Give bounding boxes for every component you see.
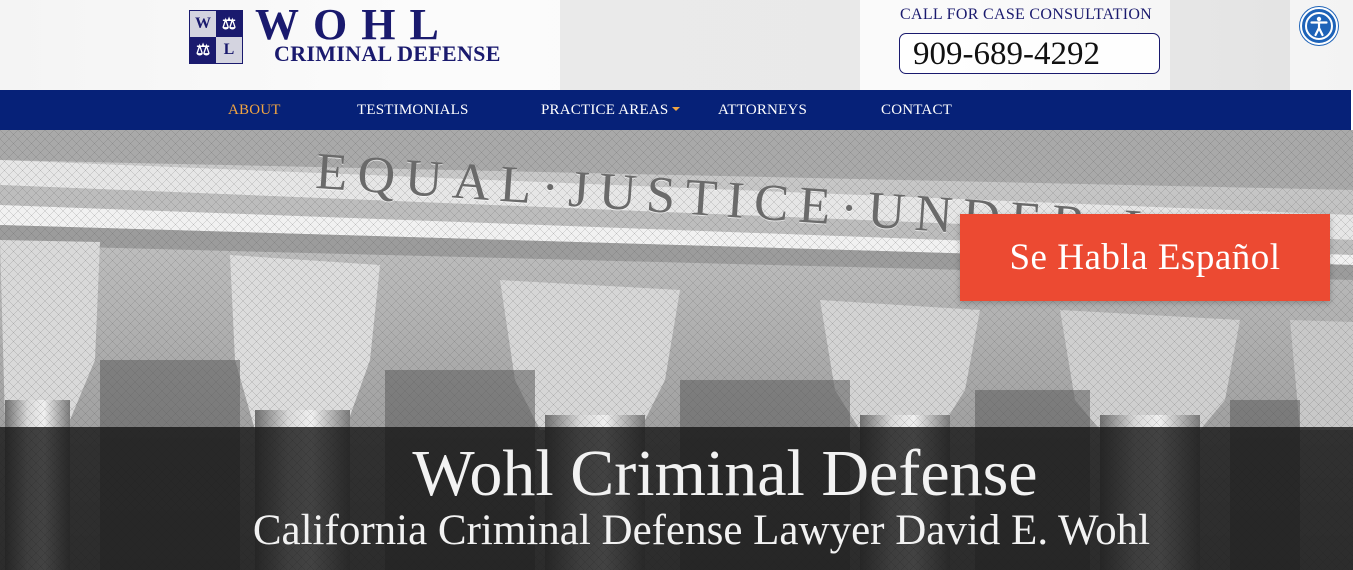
nav-about[interactable]: ABOUT bbox=[228, 90, 281, 130]
hero-subtitle: California Criminal Defense Lawyer David… bbox=[252, 507, 1151, 554]
espanol-label: Se Habla Español bbox=[1009, 237, 1281, 278]
nav-testimonials-label: TESTIMONIALS bbox=[357, 102, 469, 118]
caret-down-icon bbox=[672, 106, 681, 111]
nav-attorneys[interactable]: ATTORNEYS bbox=[718, 90, 807, 130]
phone-number: 909-689-4292 bbox=[913, 36, 1100, 72]
nav-testimonials[interactable]: TESTIMONIALS bbox=[357, 90, 469, 130]
hero-caption: Wohl Criminal Defense California Crimina… bbox=[0, 427, 1353, 570]
hero-title: Wohl Criminal Defense bbox=[412, 437, 1038, 510]
phone-button[interactable]: 909-689-4292 bbox=[899, 33, 1160, 74]
nav-contact-label: CONTACT bbox=[881, 102, 953, 118]
call-label: CALL FOR CASE CONSULTATION bbox=[900, 6, 1153, 23]
logo-letter-w: W bbox=[190, 11, 216, 37]
logo-mark: W ⚖ ⚖ L bbox=[189, 10, 243, 64]
site-header: W ⚖ ⚖ L WOHL CRIMINAL DEFENSE CALL FOR C… bbox=[0, 0, 1353, 90]
logo-subtitle: CRIMINAL DEFENSE bbox=[274, 41, 501, 66]
logo-letter-l: L bbox=[216, 37, 242, 63]
logo[interactable]: W ⚖ ⚖ L WOHL CRIMINAL DEFENSE bbox=[189, 3, 534, 66]
gavel-icon: ⚖ bbox=[190, 37, 216, 63]
nav-practice-areas[interactable]: PRACTICE AREAS bbox=[541, 90, 681, 130]
accessibility-icon bbox=[1305, 12, 1333, 40]
hero-banner: EQUAL·JUSTICE·UNDER·LAW Se Habla Español… bbox=[0, 130, 1353, 570]
nav-about-label: ABOUT bbox=[228, 102, 281, 118]
nav-attorneys-label: ATTORNEYS bbox=[718, 102, 808, 118]
nav-contact[interactable]: CONTACT bbox=[881, 90, 952, 130]
main-nav: ABOUT TESTIMONIALS PRACTICE AREAS ATTORN… bbox=[0, 90, 1351, 130]
se-habla-espanol-button[interactable]: Se Habla Español bbox=[960, 214, 1330, 301]
accessibility-button[interactable] bbox=[1300, 7, 1338, 45]
scales-icon: ⚖ bbox=[216, 11, 242, 37]
nav-practice-areas-label: PRACTICE AREAS bbox=[541, 102, 669, 118]
